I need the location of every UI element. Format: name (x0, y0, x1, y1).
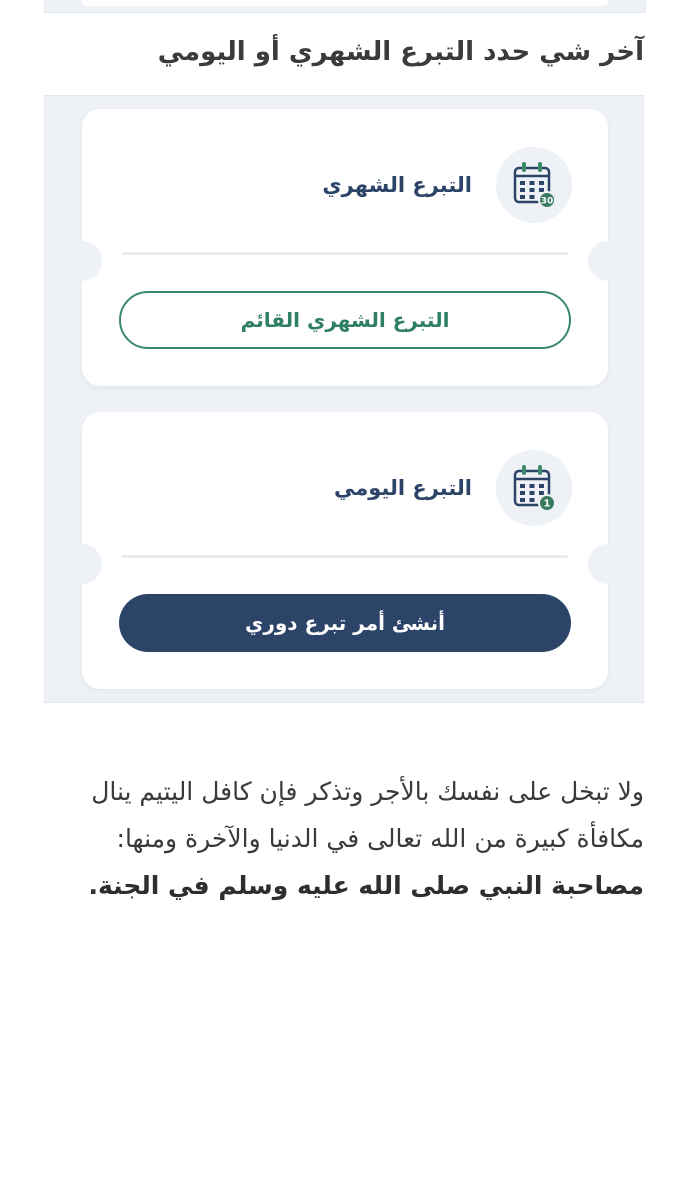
monthly-donation-card: 30 التبرع الشهري التبرع الشهري القائم (62, 109, 628, 386)
card-notch-left (62, 241, 102, 281)
calendar-1-icon-graphic: 1 (513, 465, 556, 512)
daily-donation-card: 1 التبرع اليومي أنشئ أمر تبرع دوري (62, 412, 628, 689)
paragraph-bold-text: مصاحبة النبي صلى الله عليه وسلم في الجنة… (88, 871, 644, 900)
card-divider (122, 252, 568, 255)
existing-monthly-donation-button[interactable]: التبرع الشهري القائم (119, 291, 571, 349)
calendar-30-icon: 30 (496, 147, 572, 223)
monthly-card-title: التبرع الشهري (322, 173, 472, 197)
calendar-30-icon-graphic: 30 (513, 162, 556, 209)
calendar-badge-30: 30 (541, 197, 554, 207)
daily-card-title: التبرع اليومي (333, 476, 472, 500)
donation-type-panel: 30 التبرع الشهري التبرع الشهري القائم 1 … (44, 95, 644, 703)
previous-section-fragment (44, 0, 646, 13)
calendar-badge-1: 1 (544, 499, 551, 510)
card-notch-right (588, 241, 628, 281)
page: آخر شي حدد التبرع الشهري أو اليومي 30 ال… (0, 0, 688, 1200)
orphan-sponsor-paragraph: ولا تبخل على نفسك بالأجر وتذكر فإن كافل … (84, 768, 644, 909)
create-recurring-donation-button[interactable]: أنشئ أمر تبرع دوري (119, 594, 571, 652)
calendar-1-icon: 1 (496, 450, 572, 526)
section-heading: آخر شي حدد التبرع الشهري أو اليومي (157, 37, 644, 67)
card-notch-right (588, 544, 628, 584)
card-notch-left (62, 544, 102, 584)
paragraph-text: ولا تبخل على نفسك بالأجر وتذكر فإن كافل … (91, 777, 644, 853)
previous-card-fragment (81, 0, 609, 6)
card-divider (122, 555, 568, 558)
